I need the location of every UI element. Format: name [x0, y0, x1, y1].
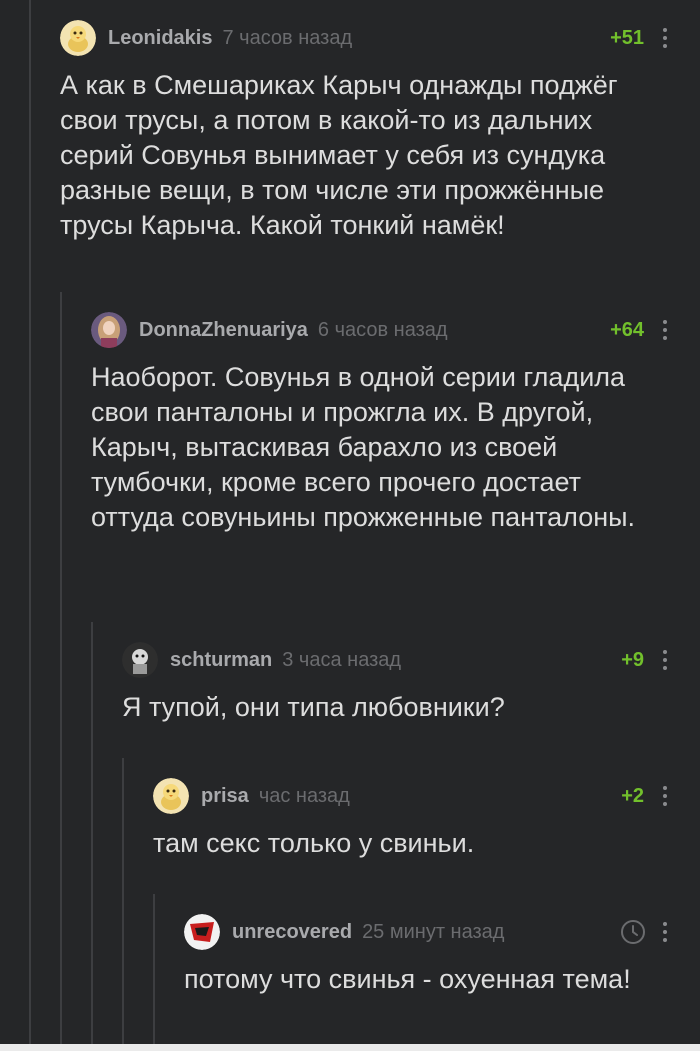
clock-icon [621, 920, 645, 944]
username[interactable]: schturman [170, 649, 272, 672]
username[interactable]: prisa [201, 785, 249, 808]
more-options-icon[interactable] [660, 784, 670, 808]
rating: +9 [621, 648, 644, 671]
woman-portrait-avatar[interactable] [91, 312, 127, 348]
comment: Leonidakis 7 часов назад +51 А как в Сме… [60, 18, 670, 243]
more-options-icon[interactable] [660, 648, 670, 672]
comment: prisa час назад +2 там секс только у сви… [153, 776, 670, 861]
red-mask-avatar[interactable] [184, 914, 220, 950]
username[interactable]: DonnaZhenuariya [139, 319, 308, 342]
comment: schturman 3 часа назад +9 Я тупой, они т… [122, 640, 670, 725]
comment-header: prisa час назад +2 [153, 776, 670, 816]
thread-line-level-2[interactable] [91, 622, 93, 1044]
timestamp[interactable]: 7 часов назад [222, 27, 352, 50]
thread-line-level-0[interactable] [29, 0, 31, 1044]
bottom-bar [0, 1044, 700, 1051]
more-options-icon[interactable] [660, 318, 670, 342]
comment-text: Я тупой, они типа любовники? [122, 692, 505, 722]
comment-text: А как в Смешариках Карыч однажды поджёг … [60, 70, 618, 240]
rating: +64 [610, 318, 644, 341]
timestamp[interactable]: 3 часа назад [282, 649, 401, 672]
username[interactable]: unrecovered [232, 921, 352, 944]
rating: +2 [621, 784, 644, 807]
comment-text: Наоборот. Совунья в одной серии гладила … [91, 362, 636, 532]
chick-avatar[interactable] [60, 20, 96, 56]
comment-header: schturman 3 часа назад +9 [122, 640, 670, 680]
thread-line-level-1[interactable] [60, 292, 62, 1044]
comment: DonnaZhenuariya 6 часов назад +64 Наобор… [91, 310, 670, 535]
comment-header: DonnaZhenuariya 6 часов назад +64 [91, 310, 670, 350]
thread-line-level-4[interactable] [153, 894, 155, 1044]
timestamp[interactable]: час назад [259, 785, 350, 808]
comment-header: unrecovered 25 минут назад [184, 912, 670, 952]
comment: unrecovered 25 минут назад потому что св… [184, 912, 670, 997]
more-options-icon[interactable] [660, 920, 670, 944]
timestamp[interactable]: 6 часов назад [318, 319, 448, 342]
rating: +51 [610, 26, 644, 49]
comment-text: потому что свинья - охуенная тема! [184, 964, 631, 994]
comment-thread: Leonidakis 7 часов назад +51 А как в Сме… [0, 0, 700, 1044]
more-options-icon[interactable] [660, 26, 670, 50]
timestamp[interactable]: 25 минут назад [362, 921, 504, 944]
thread-line-level-3[interactable] [122, 758, 124, 1044]
dark-character-avatar[interactable] [122, 642, 158, 678]
comment-text: там секс только у свиньи. [153, 828, 475, 858]
username[interactable]: Leonidakis [108, 27, 212, 50]
comment-header: Leonidakis 7 часов назад +51 [60, 18, 670, 58]
chick-avatar[interactable] [153, 778, 189, 814]
